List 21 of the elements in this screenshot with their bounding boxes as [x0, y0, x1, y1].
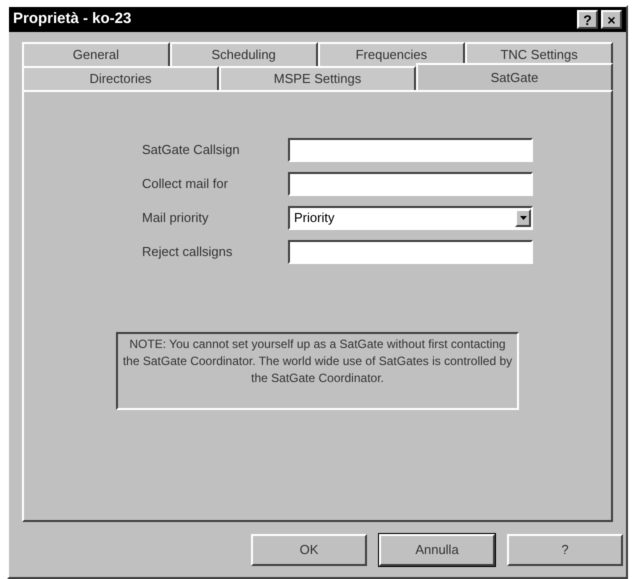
help-button[interactable]: ?	[577, 10, 598, 29]
close-button[interactable]: ×	[601, 10, 622, 29]
tab[interactable]: General	[22, 42, 170, 66]
note-text: NOTE: You cannot set yourself up as a SatGate without first contacting the SatGate Coordinator. The world wide use of SatGates is controlled by the SatGate Coordinator.	[122, 336, 513, 387]
text-field[interactable]	[288, 138, 533, 162]
text-field[interactable]	[288, 240, 533, 264]
tab[interactable]: MSPE Settings	[219, 66, 416, 90]
dialog-button[interactable]: ?	[507, 534, 623, 566]
tab[interactable]: SatGate	[416, 63, 613, 91]
tab[interactable]: Directories	[22, 66, 219, 90]
field-label: Collect mail for	[142, 175, 229, 194]
text-field[interactable]	[288, 172, 533, 196]
field-label: Mail priority	[142, 209, 210, 228]
tab[interactable]: Frequencies	[318, 42, 466, 66]
field-label: Reject callsigns	[142, 243, 234, 262]
window-title: Proprietà - ko-23	[13, 9, 132, 30]
tab[interactable]: Scheduling	[170, 42, 318, 66]
field-label: SatGate Callsign	[142, 141, 241, 160]
dialog-button[interactable]: OK	[251, 534, 367, 566]
priority-dropdown[interactable]: Priority	[288, 206, 533, 230]
dialog-button[interactable]: Annulla	[379, 534, 495, 566]
